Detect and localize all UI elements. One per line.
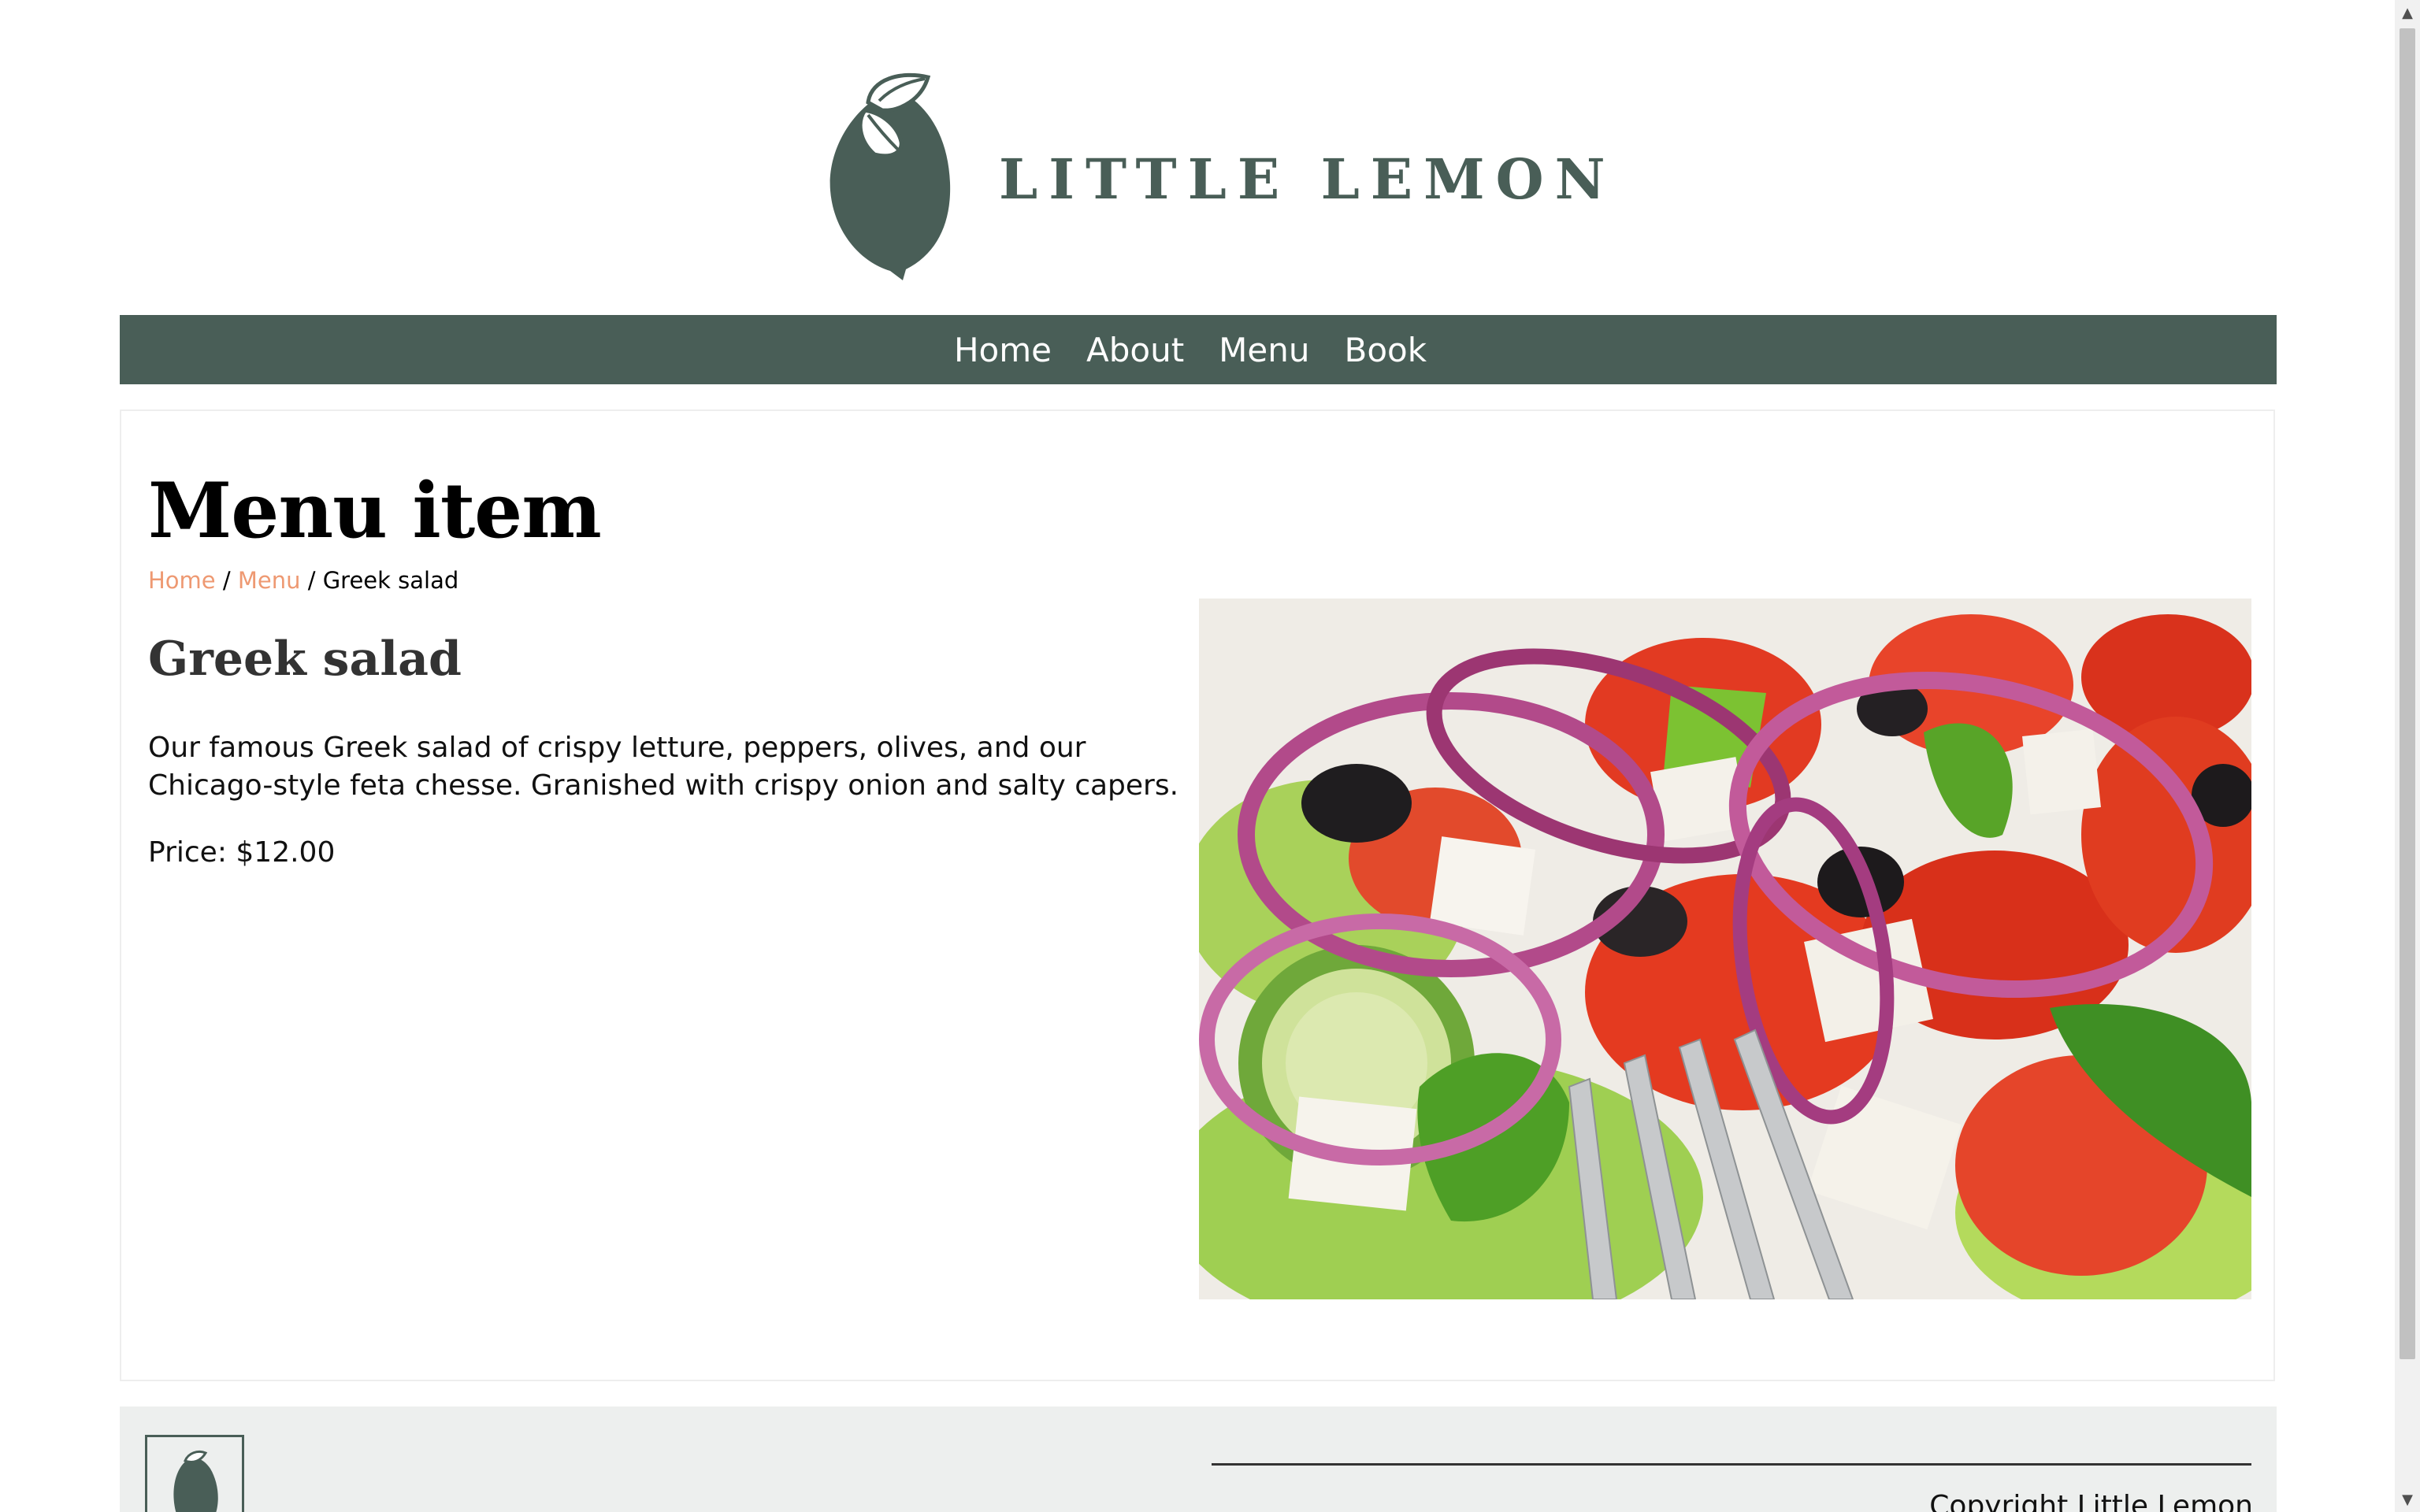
item-price: Price: $12.00	[148, 836, 336, 869]
site-footer: Copyright Little Lemon	[120, 1406, 2277, 1512]
lemon-logo-icon	[173, 1450, 218, 1512]
footer-copyright: Copyright Little Lemon	[1929, 1490, 2253, 1512]
vertical-scrollbar[interactable]: ▲ ▼	[2395, 0, 2420, 1512]
breadcrumb: Home / Menu / Greek salad	[148, 567, 458, 594]
footer-logo[interactable]	[145, 1435, 244, 1512]
site-header: LITTLE LEMON	[0, 0, 2395, 315]
nav-list: Home About Menu Book	[954, 331, 1427, 369]
breadcrumb-separator: /	[307, 567, 316, 594]
scroll-down-arrow-icon[interactable]: ▼	[2395, 1487, 2420, 1512]
breadcrumb-menu-link[interactable]: Menu	[238, 567, 301, 594]
scroll-up-arrow-icon[interactable]: ▲	[2395, 0, 2420, 25]
greek-salad-photo-icon	[1199, 598, 2251, 1299]
page: LITTLE LEMON Home About Menu Book Menu i…	[0, 0, 2420, 1512]
item-description: Our famous Greek salad of crispy letture…	[148, 732, 1179, 802]
greek-salad-image	[1199, 598, 2251, 1299]
brand-name: LITTLE LEMON	[999, 146, 1616, 212]
nav-link-book[interactable]: Book	[1345, 331, 1427, 369]
main-nav: Home About Menu Book	[120, 315, 2277, 384]
breadcrumb-home-link[interactable]: Home	[148, 567, 216, 594]
nav-link-home[interactable]: Home	[954, 331, 1052, 369]
lemon-logo-icon	[830, 72, 951, 280]
item-name: Greek salad	[148, 632, 462, 687]
nav-item-book: Book	[1345, 331, 1427, 369]
nav-item-home: Home	[954, 331, 1052, 369]
nav-item-menu: Menu	[1219, 331, 1309, 369]
breadcrumb-current: Greek salad	[322, 567, 459, 594]
menu-item-card: Menu item Home / Menu / Greek salad Gree…	[120, 410, 2275, 1381]
breadcrumb-separator: /	[222, 567, 231, 594]
site-logo[interactable]: LITTLE LEMON	[827, 72, 1616, 280]
page-title: Menu item	[148, 466, 602, 555]
nav-link-menu[interactable]: Menu	[1219, 331, 1309, 369]
footer-divider	[1212, 1463, 2251, 1466]
nav-item-about: About	[1086, 331, 1184, 369]
scrollbar-thumb[interactable]	[2400, 28, 2415, 1359]
nav-link-about[interactable]: About	[1086, 331, 1184, 369]
